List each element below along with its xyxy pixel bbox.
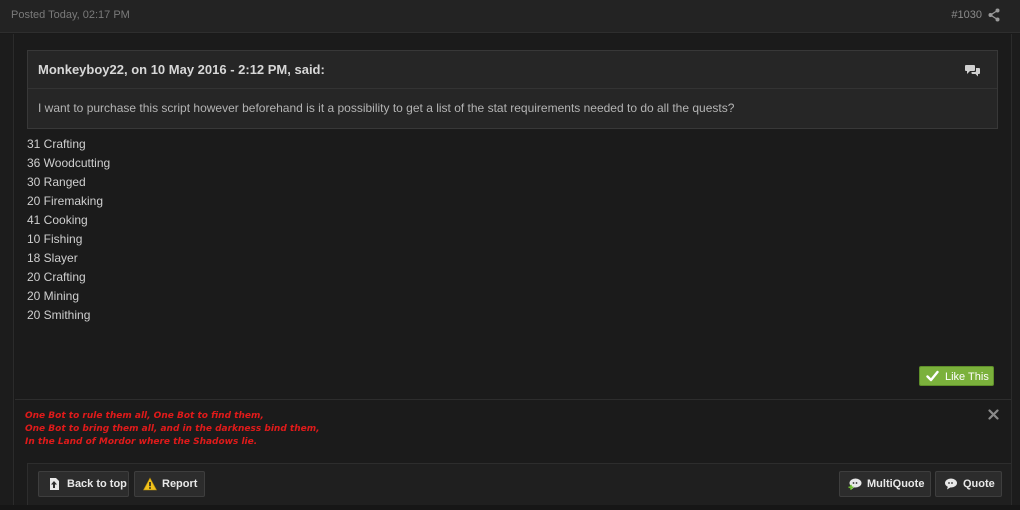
back-to-top-label: Back to top [67, 478, 127, 490]
list-item: 31 Crafting [27, 137, 86, 151]
back-to-top-button[interactable]: Back to top [38, 471, 129, 497]
post-date: Posted Today, 02:17 PM [11, 9, 130, 21]
warning-icon [143, 477, 157, 491]
multiquote-label: MultiQuote [867, 478, 925, 490]
list-item: 20 Firemaking [27, 194, 104, 208]
right-border [1011, 34, 1020, 510]
quote-block: Monkeyboy22, on 10 May 2016 - 2:12 PM, s… [27, 50, 998, 129]
back-to-top-icon [50, 478, 59, 490]
checkmark-icon [926, 370, 939, 382]
list-item: 18 Slayer [27, 251, 78, 265]
close-icon[interactable] [988, 409, 999, 420]
signature-line: In the Land of Mordor where the Shadows … [25, 437, 258, 447]
list-item: 36 Woodcutting [27, 156, 111, 170]
quote-citation: Monkeyboy22, on 10 May 2016 - 2:12 PM, s… [38, 62, 325, 77]
post-number-link[interactable]: #1030 [951, 9, 982, 21]
signature-line: One Bot to bring them all, and in the da… [25, 424, 320, 434]
quote-label: Quote [963, 478, 995, 490]
quote-bubble-icon [965, 65, 980, 77]
multiquote-button[interactable]: MultiQuote [839, 471, 931, 497]
list-item: 20 Smithing [27, 308, 91, 322]
share-icon[interactable] [988, 8, 1000, 22]
list-item: 41 Cooking [27, 213, 88, 227]
report-button[interactable]: Report [134, 471, 205, 497]
quote-icon [945, 478, 957, 490]
stat-requirements-list: 31 Crafting 36 Woodcutting 30 Ranged 20 … [27, 137, 110, 327]
multiquote-icon [848, 478, 862, 490]
signature-line: One Bot to rule them all, One Bot to fin… [25, 411, 264, 421]
quote-button[interactable]: Quote [935, 471, 1002, 497]
bottom-edge [0, 505, 1020, 510]
report-label: Report [162, 478, 198, 490]
list-item: 20 Mining [27, 289, 80, 303]
post-header: Posted Today, 02:17 PM #1030 [0, 0, 1020, 33]
list-item: 10 Fishing [27, 232, 83, 246]
like-button[interactable]: Like This [919, 366, 994, 386]
list-item: 20 Crafting [27, 270, 86, 284]
list-item: 30 Ranged [27, 175, 86, 189]
signature: One Bot to rule them all, One Bot to fin… [25, 410, 320, 449]
quote-header: Monkeyboy22, on 10 May 2016 - 2:12 PM, s… [28, 51, 997, 89]
like-label: Like This [945, 371, 989, 383]
divider [15, 399, 1011, 400]
quote-text: I want to purchase this script however b… [38, 101, 735, 115]
left-author-column [0, 34, 14, 510]
